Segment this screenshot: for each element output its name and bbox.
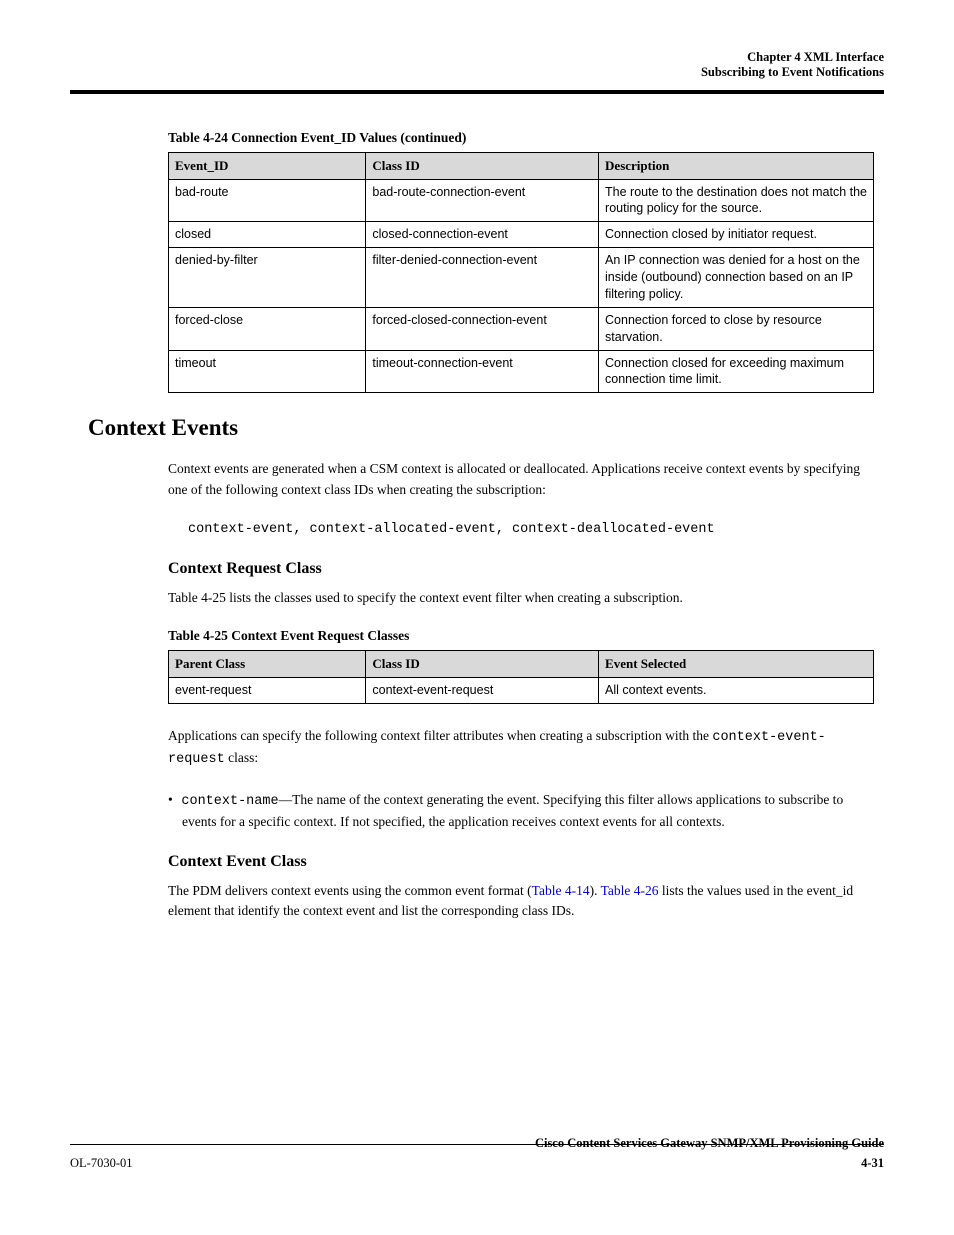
text: The PDM delivers context events using th… [168, 883, 532, 898]
table-header: Class ID [366, 651, 599, 678]
cross-ref-link[interactable]: Table 4-26 [601, 883, 659, 898]
table-cell: denied-by-filter [169, 248, 366, 308]
table-cell: An IP connection was denied for a host o… [599, 248, 874, 308]
table-cell: timeout-connection-event [366, 350, 599, 393]
table-row: denied-by-filterfilter-denied-connection… [169, 248, 874, 308]
table-cell: bad-route-connection-event [366, 179, 599, 222]
header-rule [70, 90, 884, 94]
table-header: Description [599, 153, 874, 180]
table-row: closedclosed-connection-eventConnection … [169, 222, 874, 248]
subheading: Context Request Class [168, 560, 874, 578]
table-cell: Connection forced to close by resource s… [599, 307, 874, 350]
text: —The name of the context generating the … [182, 792, 843, 829]
table-row: event-requestcontext-event-requestAll co… [169, 677, 874, 703]
paragraph: Context events are generated when a CSM … [168, 459, 874, 500]
cross-ref-link[interactable]: Table 4-14 [532, 883, 590, 898]
code-inline: context-name [181, 794, 278, 809]
table-cell: closed [169, 222, 366, 248]
text: ). [590, 883, 601, 898]
page-footer: OL-7030-01 Cisco Content Services Gatewa… [70, 1156, 884, 1171]
paragraph: Applications can specify the following c… [168, 726, 874, 771]
section-heading: Context Events [88, 415, 874, 441]
table-cell: context-event-request [366, 677, 599, 703]
context-request-table: Parent Class Class ID Event Selected eve… [168, 650, 874, 703]
table-header: Event Selected [599, 651, 874, 678]
table-caption: Table 4-25 Context Event Request Classes [168, 628, 874, 644]
table-cell: filter-denied-connection-event [366, 248, 599, 308]
table-header: Parent Class [169, 651, 366, 678]
table-cell: timeout [169, 350, 366, 393]
footer-left: OL-7030-01 [70, 1156, 133, 1171]
subheading: Context Event Class [168, 853, 874, 871]
bullet-icon: • [168, 790, 178, 810]
table-header: Class ID [366, 153, 599, 180]
running-title: Subscribing to Event Notifications [70, 65, 884, 80]
code-line: context-event, context-allocated-event, … [188, 520, 874, 540]
connection-event-table: Event_ID Class ID Description bad-routeb… [168, 152, 874, 393]
table-cell: Connection closed by initiator request. [599, 222, 874, 248]
text: class: [225, 750, 258, 765]
table-caption: Table 4-24 Connection Event_ID Values (c… [168, 130, 874, 146]
table-row: timeouttimeout-connection-eventConnectio… [169, 350, 874, 393]
page-number: 4-31 [861, 1156, 884, 1171]
table-cell: Connection closed for exceeding maximum … [599, 350, 874, 393]
table-cell: All context events. [599, 677, 874, 703]
paragraph: Table 4-25 lists the classes used to spe… [168, 588, 874, 608]
footer-center: Cisco Content Services Gateway SNMP/XML … [535, 1136, 884, 1151]
table-cell: closed-connection-event [366, 222, 599, 248]
table-header: Event_ID [169, 153, 366, 180]
chapter-label: Chapter 4 XML Interface [70, 50, 884, 65]
table-cell: bad-route [169, 179, 366, 222]
text: Applications can specify the following c… [168, 728, 712, 743]
table-cell: forced-close [169, 307, 366, 350]
table-cell: The route to the destination does not ma… [599, 179, 874, 222]
table-cell: forced-closed-connection-event [366, 307, 599, 350]
bullet-item: • context-name—The name of the context g… [182, 790, 874, 833]
table-row: forced-closeforced-closed-connection-eve… [169, 307, 874, 350]
table-row: bad-routebad-route-connection-eventThe r… [169, 179, 874, 222]
paragraph: The PDM delivers context events using th… [168, 881, 874, 922]
table-cell: event-request [169, 677, 366, 703]
